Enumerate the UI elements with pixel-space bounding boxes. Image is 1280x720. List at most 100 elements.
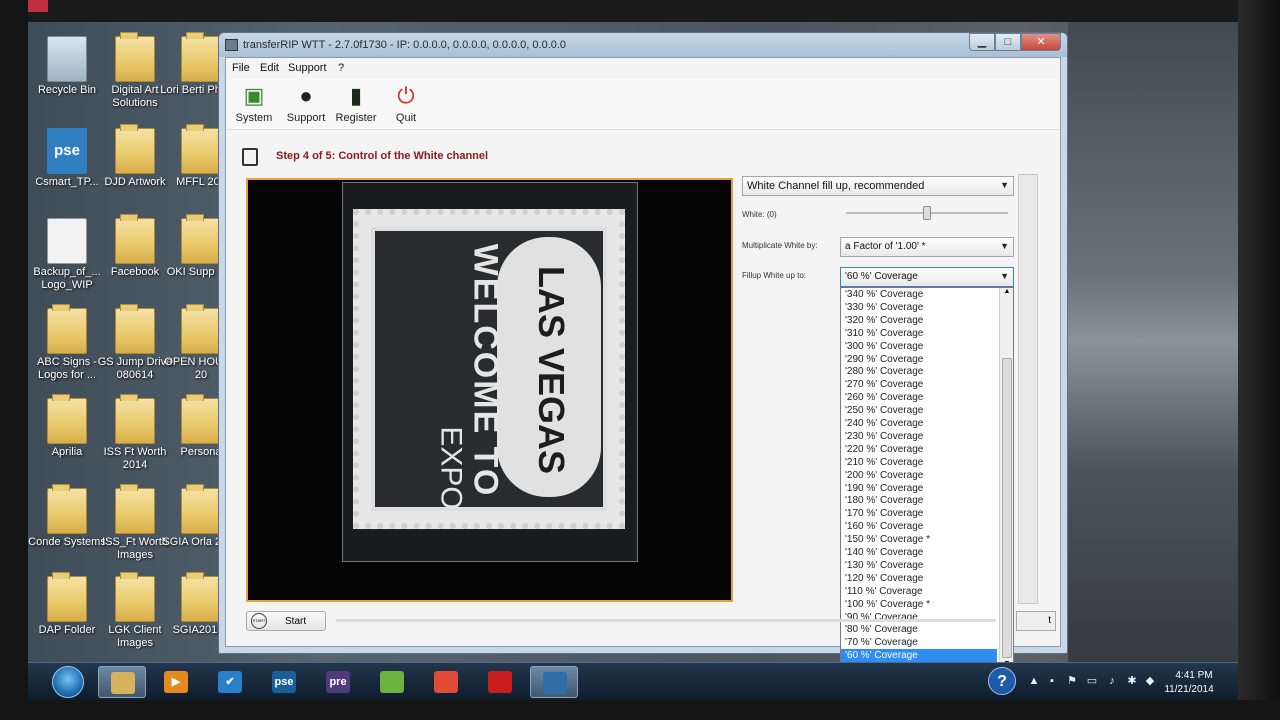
desktop-wallpaper — [1068, 22, 1238, 662]
start-label: Start — [285, 616, 307, 627]
chrome-icon — [434, 671, 458, 693]
windows-start-button[interactable] — [52, 666, 84, 698]
monitor-bezel-bottom — [0, 700, 1280, 720]
dropdown-option[interactable]: '120 %' Coverage — [841, 572, 997, 585]
progress-area: START Start t — [246, 611, 1056, 635]
system-label: System — [235, 112, 273, 124]
folder-icon — [115, 32, 155, 82]
dropdown-option[interactable]: '130 %' Coverage — [841, 559, 997, 572]
dropdown-option[interactable]: '210 %' Coverage — [841, 456, 997, 469]
dropdown-option[interactable]: '60 %' Coverage — [841, 649, 997, 663]
support-button[interactable]: ● Support — [278, 80, 334, 128]
system-button[interactable]: ▣ System — [226, 80, 282, 128]
start-icon: START — [251, 613, 267, 629]
taskbar: ▶ ✔ pse pre ? ▲ ▪ ⚑ ▭ ♪ ✱ ◆ 4:41 PM 11/21/2… — [28, 662, 1238, 700]
dropdown-option[interactable]: '240 %' Coverage — [841, 417, 997, 430]
dropdown-option[interactable]: '220 %' Coverage — [841, 443, 997, 456]
dropdown-option[interactable]: '300 %' Coverage — [841, 340, 997, 353]
tasks-icon: ✔ — [218, 671, 242, 693]
panel-scrollbar[interactable] — [1018, 174, 1038, 604]
menu-help[interactable]: ? — [338, 62, 344, 74]
dropdown-option[interactable]: '260 %' Coverage — [841, 391, 997, 404]
tray-arrow-icon[interactable]: ▲ — [1028, 675, 1040, 687]
start-button[interactable]: START Start — [246, 611, 326, 631]
register-label: Register — [335, 112, 377, 124]
dropdown-option[interactable]: '150 %' Coverage * — [841, 533, 997, 546]
action-center-flag-icon[interactable]: ⚑ — [1066, 675, 1078, 687]
menu-support[interactable]: Support — [288, 62, 327, 74]
dropdown-option[interactable]: '320 %' Coverage — [841, 314, 997, 327]
taskbar-explorer-button[interactable] — [98, 666, 146, 698]
folder-icon — [115, 214, 155, 264]
dropdown-option[interactable]: '310 %' Coverage — [841, 327, 997, 340]
tray-app-icon[interactable]: ▪ — [1046, 675, 1058, 687]
maximize-button[interactable]: □ — [995, 33, 1021, 51]
dropdown-option[interactable]: '140 %' Coverage — [841, 546, 997, 559]
stamp-inner: LAS VEGAS WELCOME TO EXPO — [371, 227, 607, 511]
white-mode-select[interactable]: White Channel fill up, recommended ▼ — [742, 176, 1014, 196]
sync-icon[interactable]: ✱ — [1126, 675, 1138, 687]
acrobat-icon — [488, 671, 512, 693]
network-icon[interactable]: ▭ — [1086, 675, 1098, 687]
app-window: transferRIP WTT - 2.7.0f1730 - IP: 0.0.0… — [218, 32, 1068, 673]
monitor-bezel-left — [0, 0, 28, 720]
dropdown-option[interactable]: '330 %' Coverage — [841, 301, 997, 314]
taskbar-chrome-button[interactable] — [422, 666, 470, 698]
dropdown-option[interactable]: '280 %' Coverage — [841, 365, 997, 378]
dropdown-option[interactable]: '270 %' Coverage — [841, 378, 997, 391]
dropdown-option[interactable]: '200 %' Coverage — [841, 469, 997, 482]
dropdown-option[interactable]: '190 %' Coverage — [841, 482, 997, 495]
recycle-bin-icon — [47, 36, 87, 82]
taskbar-media-button[interactable]: ▶ — [152, 666, 200, 698]
taskbar-transferrip-button[interactable] — [530, 666, 578, 698]
fillup-select[interactable]: '60 %' Coverage ▼ — [840, 267, 1014, 287]
explorer-icon — [111, 672, 135, 694]
clock-time[interactable]: 4:41 PM — [1166, 670, 1222, 681]
folder-icon — [47, 484, 87, 534]
register-button[interactable]: ▮ Register — [328, 80, 384, 128]
folder-icon — [115, 394, 155, 444]
dropdown-option[interactable]: '340 %' Coverage — [841, 288, 997, 301]
dropdown-option[interactable]: '180 %' Coverage — [841, 494, 997, 507]
dropbox-icon[interactable]: ◆ — [1144, 675, 1156, 687]
dropdown-option[interactable]: '230 %' Coverage — [841, 430, 997, 443]
dropdown-option[interactable]: '170 %' Coverage — [841, 507, 997, 520]
dropdown-option[interactable]: '100 %' Coverage * — [841, 598, 997, 611]
menu-file[interactable]: File — [232, 62, 250, 74]
clock-date[interactable]: 11/21/2014 — [1156, 684, 1222, 695]
menu-edit[interactable]: Edit — [260, 62, 279, 74]
quit-label: Quit — [395, 112, 417, 124]
minimize-button[interactable]: ▁ — [969, 33, 995, 51]
dropdown-option[interactable]: '160 %' Coverage — [841, 520, 997, 533]
taskbar-evernote-button[interactable] — [368, 666, 416, 698]
taskbar-premiere-elements-button[interactable]: pre — [314, 666, 362, 698]
scroll-up-icon[interactable]: ▲ — [1002, 288, 1012, 295]
taskbar-acrobat-button[interactable] — [476, 666, 524, 698]
dropdown-option[interactable]: '70 %' Coverage — [841, 636, 997, 649]
chevron-down-icon: ▼ — [1000, 271, 1009, 281]
folder-icon — [181, 572, 221, 622]
white-mode-value: White Channel fill up, recommended — [747, 180, 925, 192]
dropdown-option[interactable]: '250 %' Coverage — [841, 404, 997, 417]
stamp-welcome-text: WELCOME TO — [466, 243, 505, 498]
dropdown-option[interactable]: '110 %' Coverage — [841, 585, 997, 598]
monitor-bezel-right — [1238, 0, 1280, 720]
quit-button[interactable]: ⏻ Quit — [378, 80, 434, 128]
next-button[interactable]: t — [1016, 611, 1056, 631]
white-slider-thumb[interactable] — [923, 206, 931, 220]
folder-icon — [115, 304, 155, 354]
volume-icon[interactable]: ♪ — [1106, 675, 1118, 687]
window-title: transferRIP WTT - 2.7.0f1730 - IP: 0.0.0… — [243, 39, 567, 51]
taskbar-photoshop-elements-button[interactable]: pse — [260, 666, 308, 698]
close-button[interactable]: ✕ — [1021, 33, 1061, 51]
folder-icon — [181, 214, 221, 264]
folder-icon — [181, 394, 221, 444]
multiplicate-select[interactable]: a Factor of '1.00' * ▼ — [840, 237, 1014, 257]
monitor-icon: ▣ — [243, 83, 265, 108]
taskbar-tasks-button[interactable]: ✔ — [206, 666, 254, 698]
title-bar[interactable]: transferRIP WTT - 2.7.0f1730 - IP: 0.0.0… — [219, 33, 1067, 57]
power-icon: ⏻ — [397, 83, 415, 108]
system-tray: ▲ ▪ ⚑ ▭ ♪ ✱ ◆ 4:41 PM 11/21/2014 — [996, 667, 1226, 697]
screen: Recycle Bin Digital Art Solutions Lori Ber… — [0, 0, 1280, 720]
dropdown-option[interactable]: '290 %' Coverage — [841, 353, 997, 366]
